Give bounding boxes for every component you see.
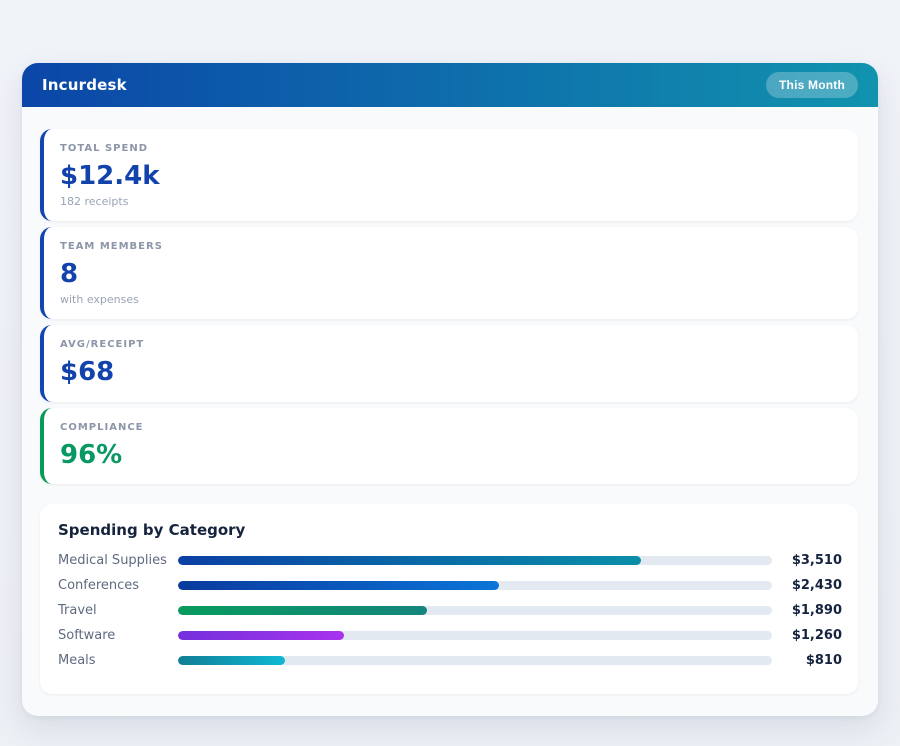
category-label: Meals	[58, 653, 178, 668]
category-label: Travel	[58, 603, 178, 618]
stat-subtext: with expenses	[60, 293, 840, 306]
chart-row: Travel $1,890	[58, 598, 842, 623]
bar-track	[178, 631, 772, 640]
stat-value: $12.4k	[60, 161, 840, 192]
stat-card-team-members: TEAM MEMBERS 8 with expenses	[40, 227, 858, 319]
stat-value: $68	[60, 357, 840, 388]
app-title: Incurdesk	[42, 76, 127, 94]
chart-row: Meals $810	[58, 648, 842, 673]
stat-card-compliance: COMPLIANCE 96%	[40, 408, 858, 484]
spending-by-category-chart: Spending by Category Medical Supplies $3,…	[40, 504, 858, 694]
period-badge[interactable]: This Month	[766, 72, 858, 98]
category-value: $3,510	[772, 553, 842, 568]
stat-value: 96%	[60, 440, 840, 471]
category-label: Software	[58, 628, 178, 643]
chart-row: Medical Supplies $3,510	[58, 548, 842, 573]
dashboard-content: TOTAL SPEND $12.4k 182 receipts TEAM MEM…	[22, 107, 878, 716]
bar-track	[178, 606, 772, 615]
bar-fill	[178, 581, 499, 590]
chart-rows: Medical Supplies $3,510 Conferences $2,430 T…	[58, 548, 842, 673]
stat-subtext: 182 receipts	[60, 195, 840, 208]
stat-card-total-spend: TOTAL SPEND $12.4k 182 receipts	[40, 129, 858, 221]
stat-label: COMPLIANCE	[60, 422, 840, 433]
stat-card-avg-receipt: AVG/RECEIPT $68	[40, 325, 858, 401]
chart-row: Conferences $2,430	[58, 573, 842, 598]
category-value: $1,260	[772, 628, 842, 643]
category-label: Medical Supplies	[58, 553, 178, 568]
chart-row: Software $1,260	[58, 623, 842, 648]
stat-label: AVG/RECEIPT	[60, 339, 840, 350]
stat-label: TOTAL SPEND	[60, 143, 840, 154]
bar-track	[178, 581, 772, 590]
stat-value: 8	[60, 259, 840, 290]
bar-fill	[178, 556, 641, 565]
dashboard-panel: Incurdesk This Month TOTAL SPEND $12.4k …	[22, 63, 878, 716]
stat-label: TEAM MEMBERS	[60, 241, 840, 252]
chart-title: Spending by Category	[58, 521, 842, 539]
bar-fill	[178, 606, 427, 615]
category-value: $2,430	[772, 578, 842, 593]
bar-fill	[178, 656, 285, 665]
category-value: $1,890	[772, 603, 842, 618]
category-value: $810	[772, 653, 842, 668]
bar-fill	[178, 631, 344, 640]
bar-track	[178, 556, 772, 565]
app-header: Incurdesk This Month	[22, 63, 878, 107]
bar-track	[178, 656, 772, 665]
category-label: Conferences	[58, 578, 178, 593]
